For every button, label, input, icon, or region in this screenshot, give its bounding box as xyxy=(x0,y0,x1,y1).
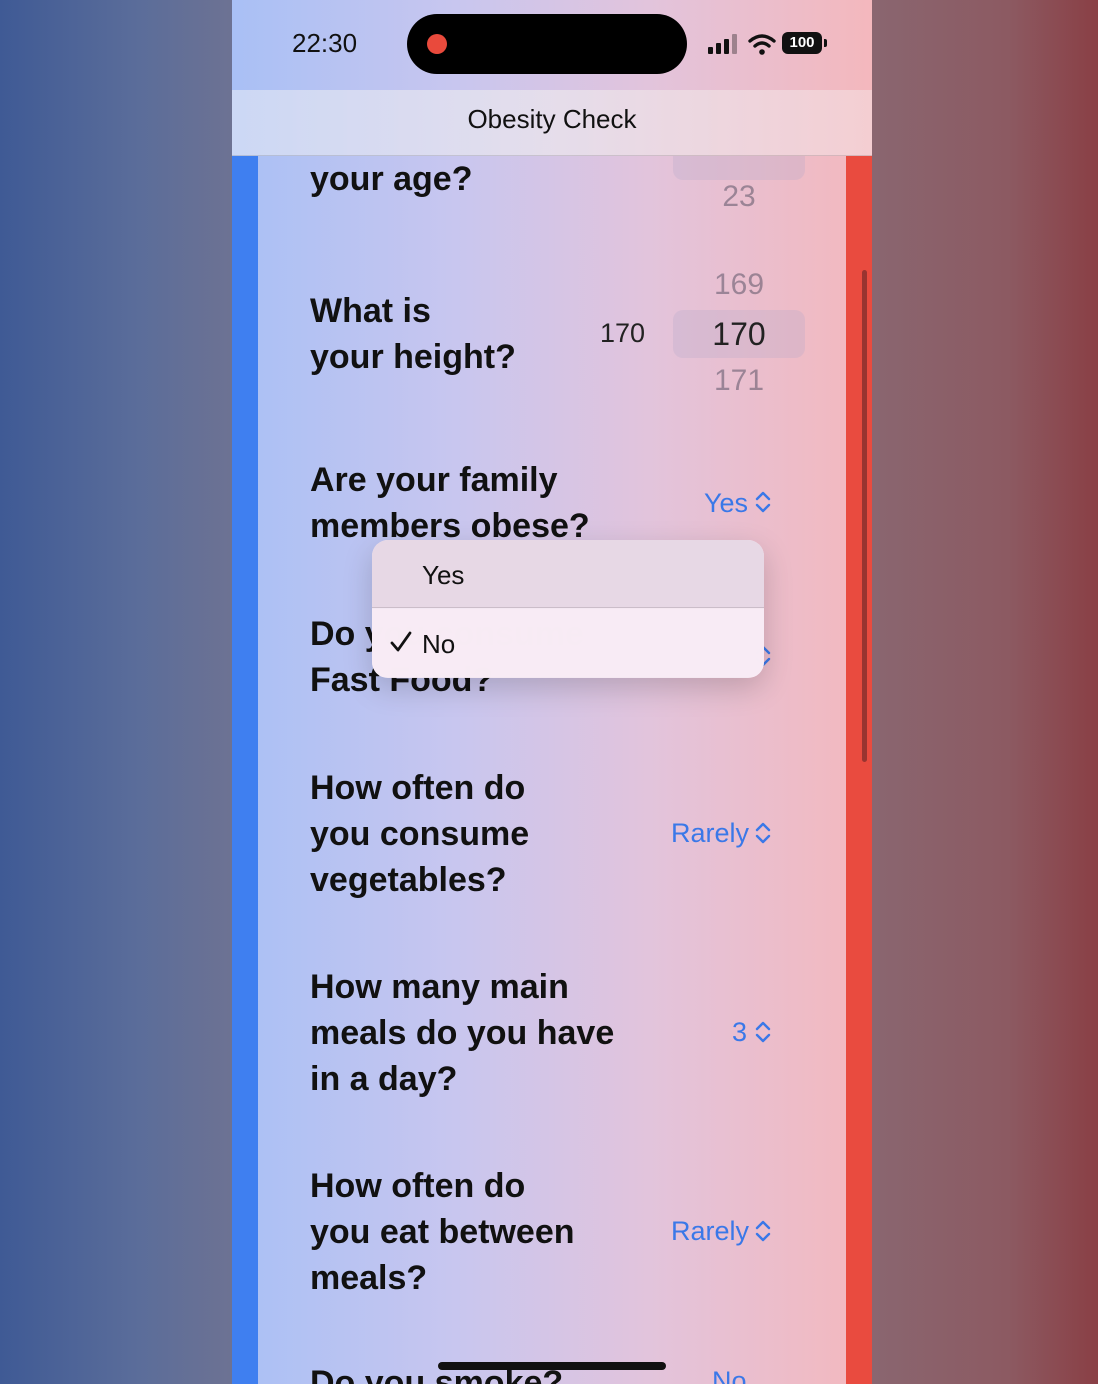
between-meals-question-line2: you eat between xyxy=(310,1213,575,1251)
chevron-up-down-icon[interactable] xyxy=(754,821,772,845)
meals-question-line2: meals do you have xyxy=(310,1014,615,1052)
chevron-up-down-icon[interactable] xyxy=(754,1020,772,1044)
checkmark-icon xyxy=(390,631,412,652)
meals-picker-value[interactable]: 3 xyxy=(732,1017,747,1048)
family-question: Are your family members obese? xyxy=(310,457,590,549)
battery-icon: 100 xyxy=(782,32,822,54)
vegetables-picker-value[interactable]: Rarely xyxy=(671,818,749,849)
height-wheel-prev[interactable]: 169 xyxy=(673,268,805,302)
page-title: Obesity Check xyxy=(467,104,637,134)
height-question: What is your height? xyxy=(310,288,516,380)
smoke-picker-value[interactable]: No xyxy=(712,1366,747,1384)
age-question-label: your age? xyxy=(310,160,473,198)
age-wheel-selection[interactable] xyxy=(673,156,805,180)
scrollbar[interactable] xyxy=(862,270,867,762)
meals-question: How many main meals do you have in a day… xyxy=(310,964,614,1102)
between-meals-question: How often do you eat between meals? xyxy=(310,1163,575,1301)
height-current-value: 170 xyxy=(600,318,646,348)
vegetables-question-line2: you consume xyxy=(310,815,530,853)
family-picker-value[interactable]: Yes xyxy=(704,488,748,519)
height-wheel-selected[interactable]: 170 xyxy=(673,316,805,353)
navigation-bar: Obesity Check xyxy=(232,90,872,156)
battery-tip xyxy=(824,39,827,47)
menu-option-no[interactable]: No xyxy=(372,609,764,677)
picker-popup-menu: Yes No xyxy=(372,540,764,678)
form-content: your age? 23 What is your height? 170 16… xyxy=(232,156,872,1384)
menu-option-label: Yes xyxy=(422,560,465,590)
right-color-stripe xyxy=(846,156,872,1384)
between-meals-question-line3: meals? xyxy=(310,1259,428,1297)
status-bar: 22:30 100 xyxy=(232,0,872,90)
between-meals-question-line1: How often do xyxy=(310,1167,526,1205)
family-question-line1: Are your family xyxy=(310,461,558,499)
vegetables-question: How often do you consume vegetables? xyxy=(310,765,529,903)
menu-option-label: No xyxy=(422,629,456,659)
meals-question-line1: How many main xyxy=(310,968,569,1006)
height-wheel-next[interactable]: 171 xyxy=(673,364,805,390)
recording-dot-icon xyxy=(427,34,447,54)
vegetables-question-line3: vegetables? xyxy=(310,861,507,899)
left-color-stripe xyxy=(232,156,258,1384)
age-wheel-next[interactable]: 23 xyxy=(673,180,805,214)
height-question-line1: What is xyxy=(310,292,431,330)
signal-icon xyxy=(708,34,742,54)
home-indicator[interactable] xyxy=(438,1362,666,1370)
wifi-icon xyxy=(748,34,776,55)
chevron-up-down-icon[interactable] xyxy=(754,490,772,514)
dynamic-island xyxy=(407,14,687,74)
menu-option-yes[interactable]: Yes xyxy=(372,540,764,608)
between-meals-picker-value[interactable]: Rarely xyxy=(671,1216,749,1247)
height-question-line2: your height? xyxy=(310,338,516,376)
meals-question-line3: in a day? xyxy=(310,1060,458,1098)
status-time: 22:30 xyxy=(292,28,358,58)
vegetables-question-line1: How often do xyxy=(310,769,526,807)
background-blur-right xyxy=(872,0,1098,1384)
background-blur-left xyxy=(0,0,232,1384)
phone-screen: 22:30 100 Obesity Check your age? 23 Wha… xyxy=(232,0,872,1384)
chevron-up-down-icon[interactable] xyxy=(754,1219,772,1243)
